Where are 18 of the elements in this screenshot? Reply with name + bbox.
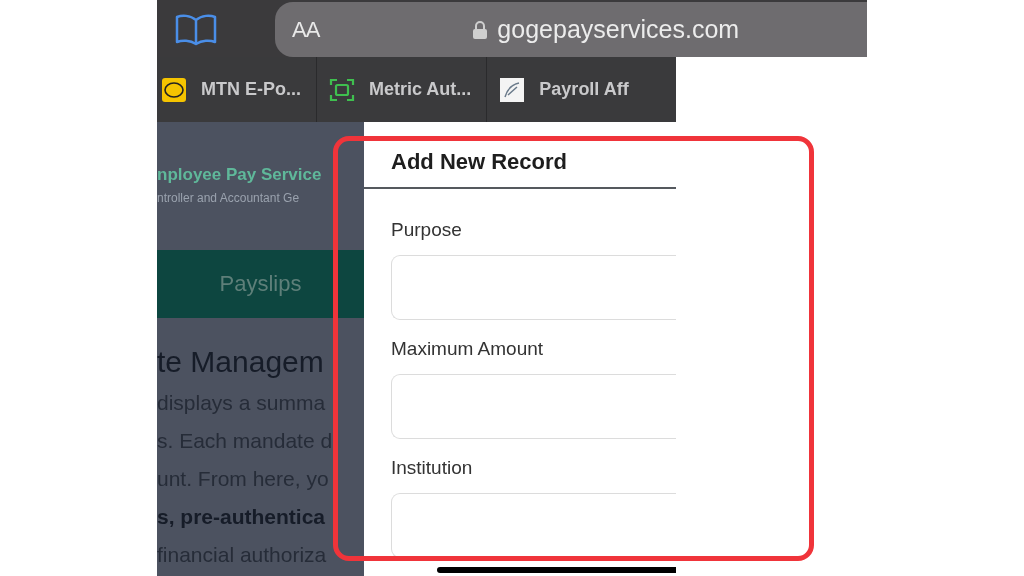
input-field[interactable] xyxy=(391,255,676,320)
site-title: nployee Pay Service xyxy=(157,165,323,185)
text-size-button[interactable]: AA xyxy=(292,16,320,43)
field-label: Institution xyxy=(391,457,474,480)
paragraph-line: s, pre-authentica xyxy=(157,504,327,530)
input-field[interactable] xyxy=(391,374,676,439)
site-subtitle: ntroller and Accountant Ge xyxy=(157,191,301,205)
scan-frame-icon xyxy=(329,76,355,103)
address-bar[interactable]: AA gogepayservices.com xyxy=(275,2,867,57)
modal-title: Add New Record xyxy=(364,122,676,189)
field-label: Purpose xyxy=(391,219,463,242)
site-icon xyxy=(161,76,187,103)
page-heading: te Managem xyxy=(157,345,325,379)
site-icon xyxy=(499,76,526,103)
field-label: Maximum Amount xyxy=(391,338,545,361)
url-text: gogepayservices.com xyxy=(497,15,740,44)
input-field[interactable] xyxy=(391,493,676,558)
browser-tab[interactable]: Payroll Aff xyxy=(487,57,629,122)
